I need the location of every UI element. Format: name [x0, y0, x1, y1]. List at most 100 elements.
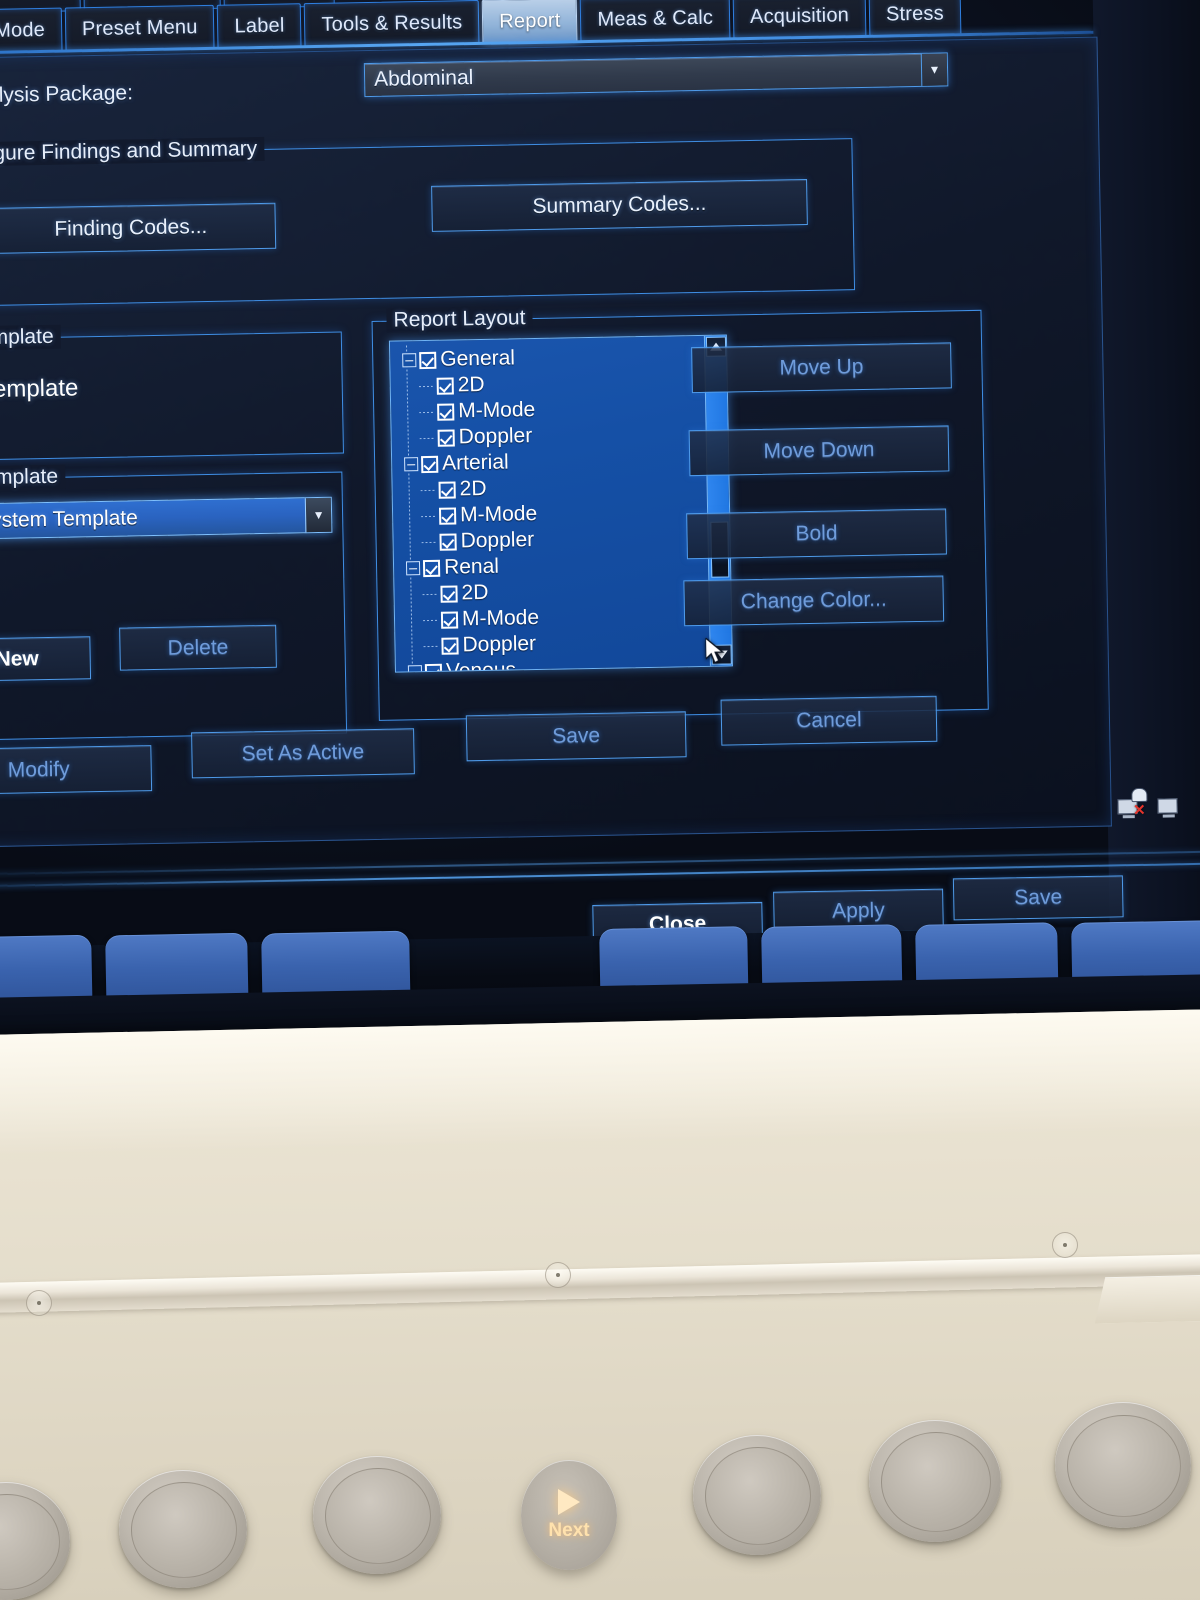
control-knob[interactable]: [1055, 1402, 1191, 1528]
save-button[interactable]: Save: [952, 875, 1124, 921]
checkbox-checked-icon[interactable]: [440, 584, 458, 603]
tab-mode[interactable]: Mode: [0, 7, 63, 54]
bold-label: Bold: [795, 521, 838, 546]
tree-item-label: 2D: [457, 372, 485, 397]
checkbox-checked-icon[interactable]: [440, 610, 459, 629]
move-down-button[interactable]: Move Down: [688, 425, 950, 477]
tab-label: Report: [499, 8, 561, 33]
report-settings-dialog: Analysis Package: Abdominal ▼ Configure …: [0, 36, 1112, 849]
chevron-down-icon[interactable]: ▼: [304, 497, 332, 533]
checkbox-checked-icon[interactable]: [439, 532, 457, 551]
housing-ridge-tab: [1094, 1274, 1200, 1324]
next-button-label: Next: [548, 1519, 590, 1541]
delete-template-button[interactable]: Delete: [119, 624, 277, 671]
system-tray: ✕: [1117, 787, 1188, 819]
tab-label: Acquisition: [749, 3, 850, 28]
change-color-label: Change Color...: [740, 587, 887, 614]
summary-codes-label: Summary Codes...: [532, 191, 707, 219]
tree-item-label: Doppler: [460, 528, 535, 553]
tree-item-label: General: [440, 346, 516, 371]
control-knob[interactable]: [869, 1420, 1001, 1542]
summary-codes-button[interactable]: Summary Codes...: [431, 178, 808, 232]
checkbox-checked-icon[interactable]: [441, 636, 459, 655]
checkbox-checked-icon[interactable]: [438, 480, 456, 499]
checkbox-checked-icon[interactable]: [436, 376, 454, 395]
control-knob[interactable]: [313, 1456, 441, 1574]
collapse-icon[interactable]: [404, 457, 419, 472]
delete-template-label: Delete: [167, 635, 229, 660]
modify-button[interactable]: Modify: [0, 745, 153, 796]
housing-screw: [1052, 1232, 1078, 1258]
tab-label: Stress: [885, 1, 945, 26]
checkbox-checked-icon[interactable]: [437, 402, 455, 421]
tree-item-label: M-Mode: [458, 398, 536, 423]
checkbox-checked-icon[interactable]: [422, 559, 441, 577]
collapse-icon[interactable]: [402, 353, 417, 368]
control-knob[interactable]: [119, 1470, 247, 1588]
tab-label: Tools & Results: [321, 10, 463, 36]
tab-label[interactable]: Label: [217, 3, 302, 49]
checkbox-checked-icon[interactable]: [421, 455, 439, 473]
save-template-button[interactable]: Save: [465, 711, 687, 762]
configure-findings-title: Configure Findings and Summary: [0, 136, 265, 167]
cancel-button[interactable]: Cancel: [720, 695, 938, 746]
analysis-package-value: Abdominal: [373, 66, 474, 91]
tab-stress[interactable]: Stress: [868, 0, 962, 37]
tab-meas-calc[interactable]: Meas & Calc: [580, 0, 731, 43]
tab-preset-menu[interactable]: Preset Menu: [64, 4, 215, 52]
report-layout-title: Report Layout: [386, 306, 533, 333]
ultrasound-console-photo: 3D/4DPeripheralsOption... ModePreset Men…: [0, 0, 1200, 1600]
dialog-separator-secondary: [0, 850, 1200, 876]
tree-item-label: Doppler: [458, 424, 533, 449]
checkbox-checked-icon[interactable]: [424, 663, 443, 673]
tree-item-label: 2D: [461, 580, 489, 605]
new-template-button[interactable]: New: [0, 636, 92, 682]
collapse-icon[interactable]: [405, 561, 421, 576]
monitor-icon[interactable]: [1157, 787, 1188, 818]
cancel-label: Cancel: [796, 708, 862, 733]
bold-button[interactable]: Bold: [686, 508, 947, 560]
tree-item-label: Doppler: [462, 632, 537, 657]
tree-item-label: Renal: [443, 554, 500, 579]
finding-codes-button[interactable]: Finding Codes...: [0, 202, 277, 255]
set-as-active-button[interactable]: Set As Active: [191, 728, 415, 779]
analysis-package-select[interactable]: Abdominal ▼: [363, 52, 949, 98]
checkbox-checked-icon[interactable]: [437, 428, 455, 447]
network-disconnected-icon[interactable]: ✕: [1117, 787, 1148, 819]
report-template-select[interactable]: System Template ▼: [0, 496, 333, 540]
chevron-down-icon[interactable]: ▼: [920, 53, 948, 86]
set-as-active-label: Set As Active: [241, 740, 365, 766]
tab-label: Meas & Calc: [597, 6, 714, 31]
change-color-button[interactable]: Change Color...: [683, 575, 945, 627]
tree-item-label: Arterial: [441, 450, 509, 475]
active-template-value: System Template: [0, 374, 79, 404]
active-template-title: Active Template: [0, 324, 61, 352]
housing-screw: [545, 1262, 571, 1288]
report-layout-tree[interactable]: General 2D M-Mode Doppler Arterial 2D M-Mode Do…: [388, 334, 733, 673]
tab-tools-results[interactable]: Tools & Results: [304, 0, 480, 48]
new-template-label: New: [0, 646, 39, 671]
move-up-label: Move Up: [779, 354, 864, 380]
save-template-label: Save: [552, 723, 601, 748]
checkbox-checked-icon[interactable]: [419, 351, 437, 369]
tree-item-label: M-Mode: [461, 605, 540, 631]
tree-item-label: Venous: [445, 658, 517, 673]
collapse-icon[interactable]: [407, 665, 423, 673]
tab-report[interactable]: Report: [481, 0, 578, 44]
tree-item-label: 2D: [459, 476, 487, 501]
monitor-screen: 3D/4DPeripheralsOption... ModePreset Men…: [0, 0, 1200, 1046]
save-label: Save: [1014, 885, 1063, 910]
tab-label: Preset Menu: [81, 15, 198, 40]
tree-item-label: M-Mode: [459, 501, 538, 527]
next-button[interactable]: Next: [521, 1460, 617, 1570]
checkbox-checked-icon[interactable]: [438, 506, 457, 525]
move-up-button[interactable]: Move Up: [691, 342, 952, 394]
report-template-value: System Template: [0, 506, 139, 533]
control-knob[interactable]: [693, 1435, 821, 1555]
analysis-package-label: Analysis Package:: [0, 81, 134, 108]
tab-label: Mode: [0, 18, 46, 42]
tab-acquisition[interactable]: Acquisition: [732, 0, 867, 40]
move-down-label: Move Down: [763, 437, 875, 463]
housing-screw: [26, 1290, 52, 1316]
modify-label: Modify: [7, 757, 70, 782]
